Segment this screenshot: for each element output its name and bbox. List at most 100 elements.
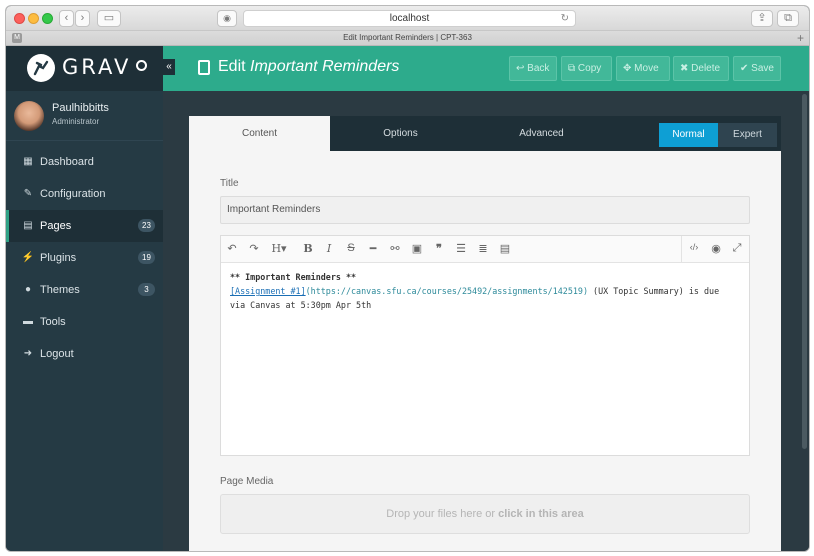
collapse-sidebar-button[interactable]: « xyxy=(163,59,175,75)
minimize-window-button[interactable] xyxy=(28,13,39,24)
logo-bar: GRAV xyxy=(6,46,163,91)
bold-icon[interactable]: B xyxy=(301,242,315,255)
zoom-window-button[interactable] xyxy=(42,13,53,24)
scrollbar[interactable] xyxy=(802,94,807,449)
strikethrough-icon[interactable]: S xyxy=(344,242,358,254)
sidebar-item-dashboard[interactable]: ▦ Dashboard xyxy=(6,146,163,178)
drop-click-text: click in this area xyxy=(498,508,584,520)
back-button[interactable]: ↩ Back xyxy=(509,56,557,81)
tab-options[interactable]: Options xyxy=(330,116,471,151)
editor-toolbar: ↶ ↷ H▾ B I S ━ ⚯ ▣ ❞ ☰ ≣ ▤ ‹/› ◉ ⤢ xyxy=(221,236,749,263)
tab-content[interactable]: Content xyxy=(189,116,330,151)
grid-icon: ▦ xyxy=(23,156,33,167)
plug-icon: ⚡ xyxy=(21,252,35,263)
tabs-icon[interactable]: ⧉ xyxy=(777,10,799,27)
title-input[interactable]: Important Reminders xyxy=(220,196,750,224)
sidebar-item-label: Pages xyxy=(40,220,72,232)
check-icon: ✔ xyxy=(740,63,752,74)
mode-normal-button[interactable]: Normal xyxy=(659,123,718,147)
markdown-editor[interactable]: ↶ ↷ H▾ B I S ━ ⚯ ▣ ❞ ☰ ≣ ▤ ‹/› ◉ ⤢ ** Im… xyxy=(220,235,750,456)
redo-icon[interactable]: ↷ xyxy=(247,242,261,255)
forward-nav-button[interactable]: › xyxy=(75,10,90,27)
content-line-heading: ** Important Reminders ** xyxy=(230,272,357,282)
undo-icon[interactable]: ↶ xyxy=(225,242,239,255)
copy-icon: ⧉ xyxy=(568,63,578,74)
sidebar-item-themes[interactable]: ● Themes 3 xyxy=(6,274,163,306)
editor-content[interactable]: ** Important Reminders ** [Assignment #1… xyxy=(230,270,740,312)
hr-icon[interactable]: ━ xyxy=(366,242,380,255)
preview-eye-icon[interactable]: ◉ xyxy=(709,242,723,255)
sidebar-item-pages[interactable]: ▤ Pages 23 xyxy=(6,210,163,242)
bullet-list-icon[interactable]: ☰ xyxy=(454,242,468,255)
share-icon[interactable]: ⇪ xyxy=(751,10,773,27)
sidebar: GRAV Paulhibbitts Administrator ▦ Dashbo… xyxy=(6,46,163,551)
sidebar-item-label: Configuration xyxy=(40,188,106,200)
numbered-list-icon[interactable]: ≣ xyxy=(476,242,490,255)
file-icon: ▤ xyxy=(23,220,33,231)
sidebar-item-label: Logout xyxy=(40,348,74,360)
address-text: localhost xyxy=(389,13,430,24)
file-dropzone[interactable]: Drop your files here or click in this ar… xyxy=(220,494,750,534)
image-icon[interactable]: ▣ xyxy=(410,242,424,255)
content-line-3: via Canvas at 5:30pm Apr 5th xyxy=(230,300,372,310)
drop-icon: ● xyxy=(24,284,32,295)
user-profile[interactable]: Paulhibbitts Administrator xyxy=(6,91,163,141)
avatar xyxy=(14,101,44,131)
move-button[interactable]: ✥ Move xyxy=(616,56,670,81)
page-title-name: Important Reminders xyxy=(250,58,400,75)
sidebar-item-label: Themes xyxy=(40,284,80,296)
new-tab-icon[interactable]: + xyxy=(797,31,804,45)
sidebar-item-configuration[interactable]: ✎ Configuration xyxy=(6,178,163,210)
tab-favicon: M xyxy=(12,33,22,43)
pages-count-badge: 23 xyxy=(138,219,155,232)
move-icon: ✥ xyxy=(623,63,635,74)
link-icon[interactable]: ⚯ xyxy=(388,242,402,255)
back-nav-button[interactable]: ‹ xyxy=(59,10,74,27)
close-window-button[interactable] xyxy=(14,13,25,24)
sidebar-nav: ▦ Dashboard ✎ Configuration ▤ Pages 23 ⚡… xyxy=(6,146,163,370)
back-arrow-icon: ↩ xyxy=(516,63,528,74)
sidebar-item-label: Tools xyxy=(40,316,66,328)
logo-text: GRAV xyxy=(62,55,132,79)
copy-button[interactable]: ⧉ Copy xyxy=(561,56,612,81)
delete-x-icon: ✖ xyxy=(680,63,692,74)
sidebar-toggle-icon[interactable]: ▭ xyxy=(97,10,121,27)
youtube-icon[interactable]: ▤ xyxy=(498,242,512,255)
tab-advanced[interactable]: Advanced xyxy=(471,116,612,151)
power-icon[interactable] xyxy=(136,60,147,71)
logout-icon: ➜ xyxy=(23,348,33,359)
italic-icon[interactable]: I xyxy=(322,242,336,255)
browser-tab[interactable]: M Edit Important Reminders | CPT-363 + xyxy=(6,31,809,46)
grav-logo-icon xyxy=(27,54,55,82)
sidebar-item-label: Plugins xyxy=(40,252,77,264)
toolbar-divider xyxy=(681,236,682,262)
back-label: Back xyxy=(527,63,550,74)
sidebar-item-logout[interactable]: ➜ Logout xyxy=(6,338,163,370)
address-bar[interactable]: localhost ↻ xyxy=(243,10,576,27)
save-label: Save xyxy=(751,63,774,74)
reader-icon[interactable]: ◉ xyxy=(217,10,237,27)
page-title: Edit Important Reminders xyxy=(218,58,399,76)
link-url: (https://canvas.sfu.ca/courses/25492/ass… xyxy=(305,286,589,296)
sidebar-item-label: Dashboard xyxy=(40,156,94,168)
heading-icon[interactable]: H▾ xyxy=(269,242,289,255)
reload-icon[interactable]: ↻ xyxy=(561,11,569,26)
sidebar-item-plugins[interactable]: ⚡ Plugins 19 xyxy=(6,242,163,274)
sidebar-item-tools[interactable]: ▬ Tools xyxy=(6,306,163,338)
code-view-icon[interactable]: ‹/› xyxy=(687,242,701,252)
link-text: [Assignment #1] xyxy=(230,286,306,296)
quote-icon[interactable]: ❞ xyxy=(432,242,446,255)
browser-toolbar: ‹ › ▭ ◉ localhost ↻ ⇪ ⧉ xyxy=(6,6,809,31)
wrench-icon: ✎ xyxy=(23,188,33,199)
page-title-prefix: Edit xyxy=(218,58,246,75)
plugins-count-badge: 19 xyxy=(138,251,155,264)
delete-button[interactable]: ✖ Delete xyxy=(673,56,729,81)
fullscreen-icon[interactable]: ⤢ xyxy=(730,242,744,255)
themes-count-badge: 3 xyxy=(138,283,155,296)
editor-tabs: Content Options Advanced Normal Expert xyxy=(189,116,781,151)
briefcase-icon: ▬ xyxy=(23,316,33,327)
content-line-link: [Assignment #1](https://canvas.sfu.ca/co… xyxy=(230,284,740,298)
delete-label: Delete xyxy=(691,63,721,74)
save-button[interactable]: ✔ Save xyxy=(733,56,781,81)
mode-expert-button[interactable]: Expert xyxy=(718,123,777,147)
